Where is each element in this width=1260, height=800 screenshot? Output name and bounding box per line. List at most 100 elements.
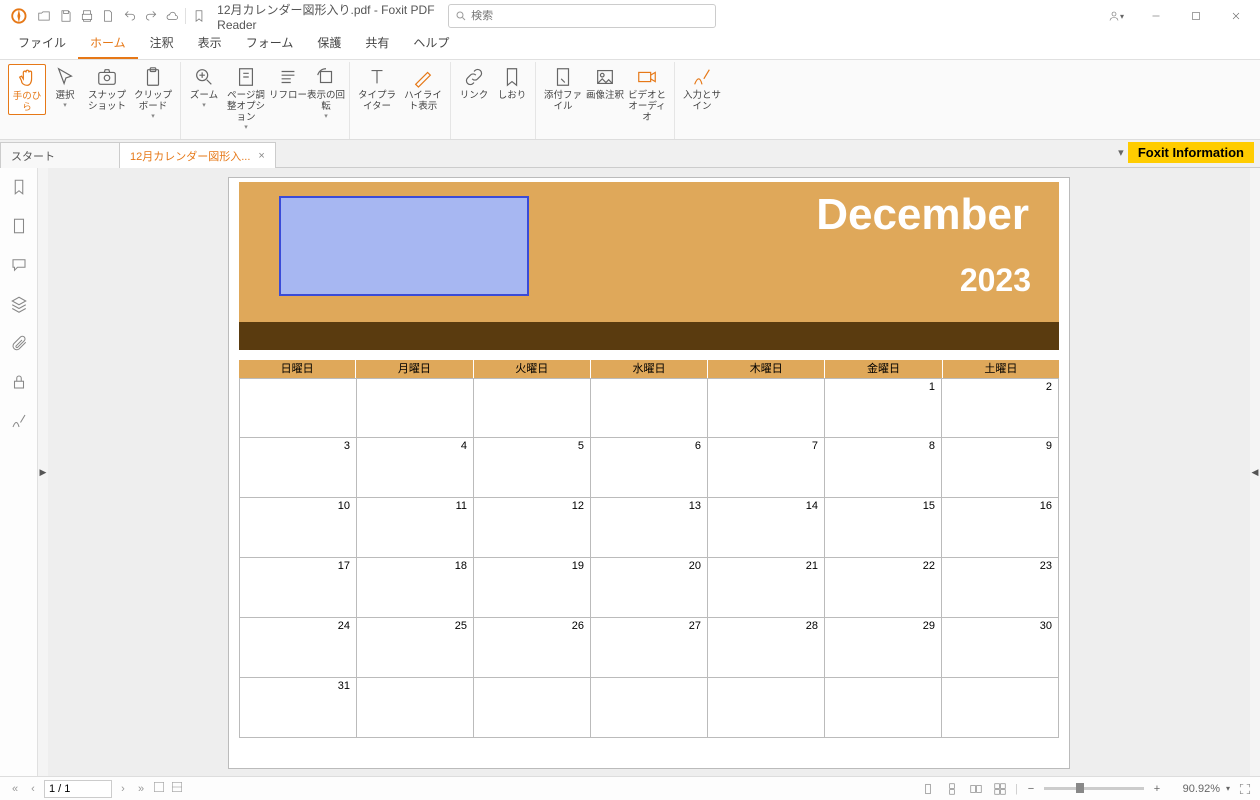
calendar-header: December 2023 [239, 182, 1059, 322]
bookmark-tool[interactable]: しおり [493, 64, 531, 102]
user-icon[interactable]: ▾ [1096, 2, 1136, 30]
layers-panel-icon[interactable] [10, 295, 28, 316]
notice-dropdown[interactable]: ▾ [1114, 140, 1128, 164]
reflow-tool[interactable]: リフロー [269, 64, 307, 102]
image-annot-tool[interactable]: 画像注釈 [586, 64, 624, 102]
document-viewer[interactable]: December 2023 日曜日 月曜日 火曜日 水曜日 木曜日 金曜日 土曜… [48, 168, 1250, 776]
tab-start[interactable]: スタート [0, 142, 120, 168]
calendar-cell [474, 678, 591, 738]
calendar-cell [591, 378, 708, 438]
menu-file[interactable]: ファイル [6, 30, 78, 59]
calendar-row: 17181920212223 [239, 558, 1059, 618]
calendar-cell: 19 [474, 558, 591, 618]
calendar-row: 24252627282930 [239, 618, 1059, 678]
menu-share[interactable]: 共有 [353, 30, 401, 59]
calendar-month: December [816, 190, 1029, 240]
comments-panel-icon[interactable] [10, 256, 28, 277]
calendar-cell: 27 [591, 618, 708, 678]
next-page-button[interactable]: › [114, 783, 132, 795]
zoom-in-button[interactable]: + [1150, 783, 1164, 795]
expand-right-icon[interactable]: ◀ [1250, 168, 1260, 776]
menu-comment[interactable]: 注釈 [138, 30, 186, 59]
calendar-row: 3456789 [239, 438, 1059, 498]
day-fri: 金曜日 [824, 360, 941, 378]
search-icon [455, 10, 467, 22]
zoom-slider[interactable] [1044, 787, 1144, 790]
menu-form[interactable]: フォーム [234, 30, 306, 59]
document-title: 12月カレンダー図形入り.pdf - Foxit PDF Reader [217, 1, 448, 32]
titlebar: 12月カレンダー図形入り.pdf - Foxit PDF Reader ▾ [0, 0, 1260, 32]
clipboard-tool[interactable]: クリップボード▾ [130, 64, 176, 121]
calendar-cell [357, 678, 474, 738]
select-tool[interactable]: 選択▾ [46, 64, 84, 110]
continuous-view[interactable] [943, 780, 961, 798]
photo-placeholder [279, 196, 529, 296]
tab-close-icon[interactable]: × [258, 150, 264, 162]
zoom-dropdown[interactable]: ▾ [1226, 784, 1230, 793]
single-page-view[interactable] [919, 780, 937, 798]
rotate-tool[interactable]: 表示の回転▾ [307, 64, 345, 121]
calendar-cell: 13 [591, 498, 708, 558]
side-panel [0, 168, 38, 776]
calendar-cell [825, 678, 942, 738]
attach-tool[interactable]: 添付ファイル [540, 64, 586, 113]
minimize-button[interactable] [1136, 2, 1176, 30]
pdf-page: December 2023 日曜日 月曜日 火曜日 水曜日 木曜日 金曜日 土曜… [229, 178, 1069, 768]
print-icon[interactable] [76, 4, 97, 28]
link-tool[interactable]: リンク [455, 64, 493, 102]
facing-view[interactable] [967, 780, 985, 798]
calendar-cell: 23 [942, 558, 1059, 618]
calendar-grid: 1234567891011121314151617181920212223242… [239, 378, 1059, 738]
last-page-button[interactable]: » [132, 783, 150, 795]
continuous-facing-view[interactable] [991, 780, 1009, 798]
undo-icon[interactable] [119, 4, 140, 28]
zoom-tool[interactable]: ズーム▾ [185, 64, 223, 110]
open-icon[interactable] [34, 4, 55, 28]
menu-home[interactable]: ホーム [78, 30, 138, 59]
page-icon[interactable] [98, 4, 119, 28]
calendar-cell [357, 378, 474, 438]
calendar-cell: 28 [708, 618, 825, 678]
calendar-cell: 31 [239, 678, 357, 738]
menu-protect[interactable]: 保護 [305, 30, 353, 59]
page-input[interactable] [44, 780, 112, 798]
calendar-cell: 1 [825, 378, 942, 438]
page-fit-tool[interactable]: ページ調整オプション▾ [223, 64, 269, 132]
snapshot-tool[interactable]: スナップショット [84, 64, 130, 113]
calendar-row: 12 [239, 378, 1059, 438]
calendar-cell: 12 [474, 498, 591, 558]
outline-nav2-icon[interactable] [168, 780, 186, 797]
calendar-row: 10111213141516 [239, 498, 1059, 558]
search-box[interactable] [448, 4, 716, 28]
menu-view[interactable]: 表示 [186, 30, 234, 59]
security-panel-icon[interactable] [10, 373, 28, 394]
first-page-button[interactable]: « [6, 783, 24, 795]
outline-nav-icon[interactable] [150, 780, 168, 797]
expand-left-icon[interactable]: ▶ [38, 168, 48, 776]
calendar-cell [708, 378, 825, 438]
menu-help[interactable]: ヘルプ [401, 30, 461, 59]
search-input[interactable] [471, 10, 709, 22]
separator [185, 8, 186, 24]
foxit-info-badge[interactable]: Foxit Information [1128, 142, 1254, 163]
cloud-icon[interactable] [162, 4, 183, 28]
save-icon[interactable] [55, 4, 76, 28]
hand-tool[interactable]: 手のひら [8, 64, 46, 115]
close-button[interactable] [1216, 2, 1256, 30]
maximize-button[interactable] [1176, 2, 1216, 30]
tab-document[interactable]: 12月カレンダー図形入...× [119, 142, 276, 168]
redo-icon[interactable] [140, 4, 161, 28]
bookmark-panel-icon[interactable] [10, 178, 28, 199]
typewriter-tool[interactable]: タイプライター [354, 64, 400, 113]
zoom-out-button[interactable]: − [1024, 783, 1038, 795]
pages-panel-icon[interactable] [10, 217, 28, 238]
signature-panel-icon[interactable] [10, 412, 28, 433]
highlight-tool[interactable]: ハイライト表示 [400, 64, 446, 113]
bookmark-dropdown-icon[interactable] [188, 4, 209, 28]
video-tool[interactable]: ビデオとオーディオ [624, 64, 670, 124]
prev-page-button[interactable]: ‹ [24, 783, 42, 795]
fullscreen-button[interactable] [1236, 780, 1254, 798]
attachments-panel-icon[interactable] [10, 334, 28, 355]
calendar-cell: 4 [357, 438, 474, 498]
sign-tool[interactable]: 入力とサイン [679, 64, 725, 113]
